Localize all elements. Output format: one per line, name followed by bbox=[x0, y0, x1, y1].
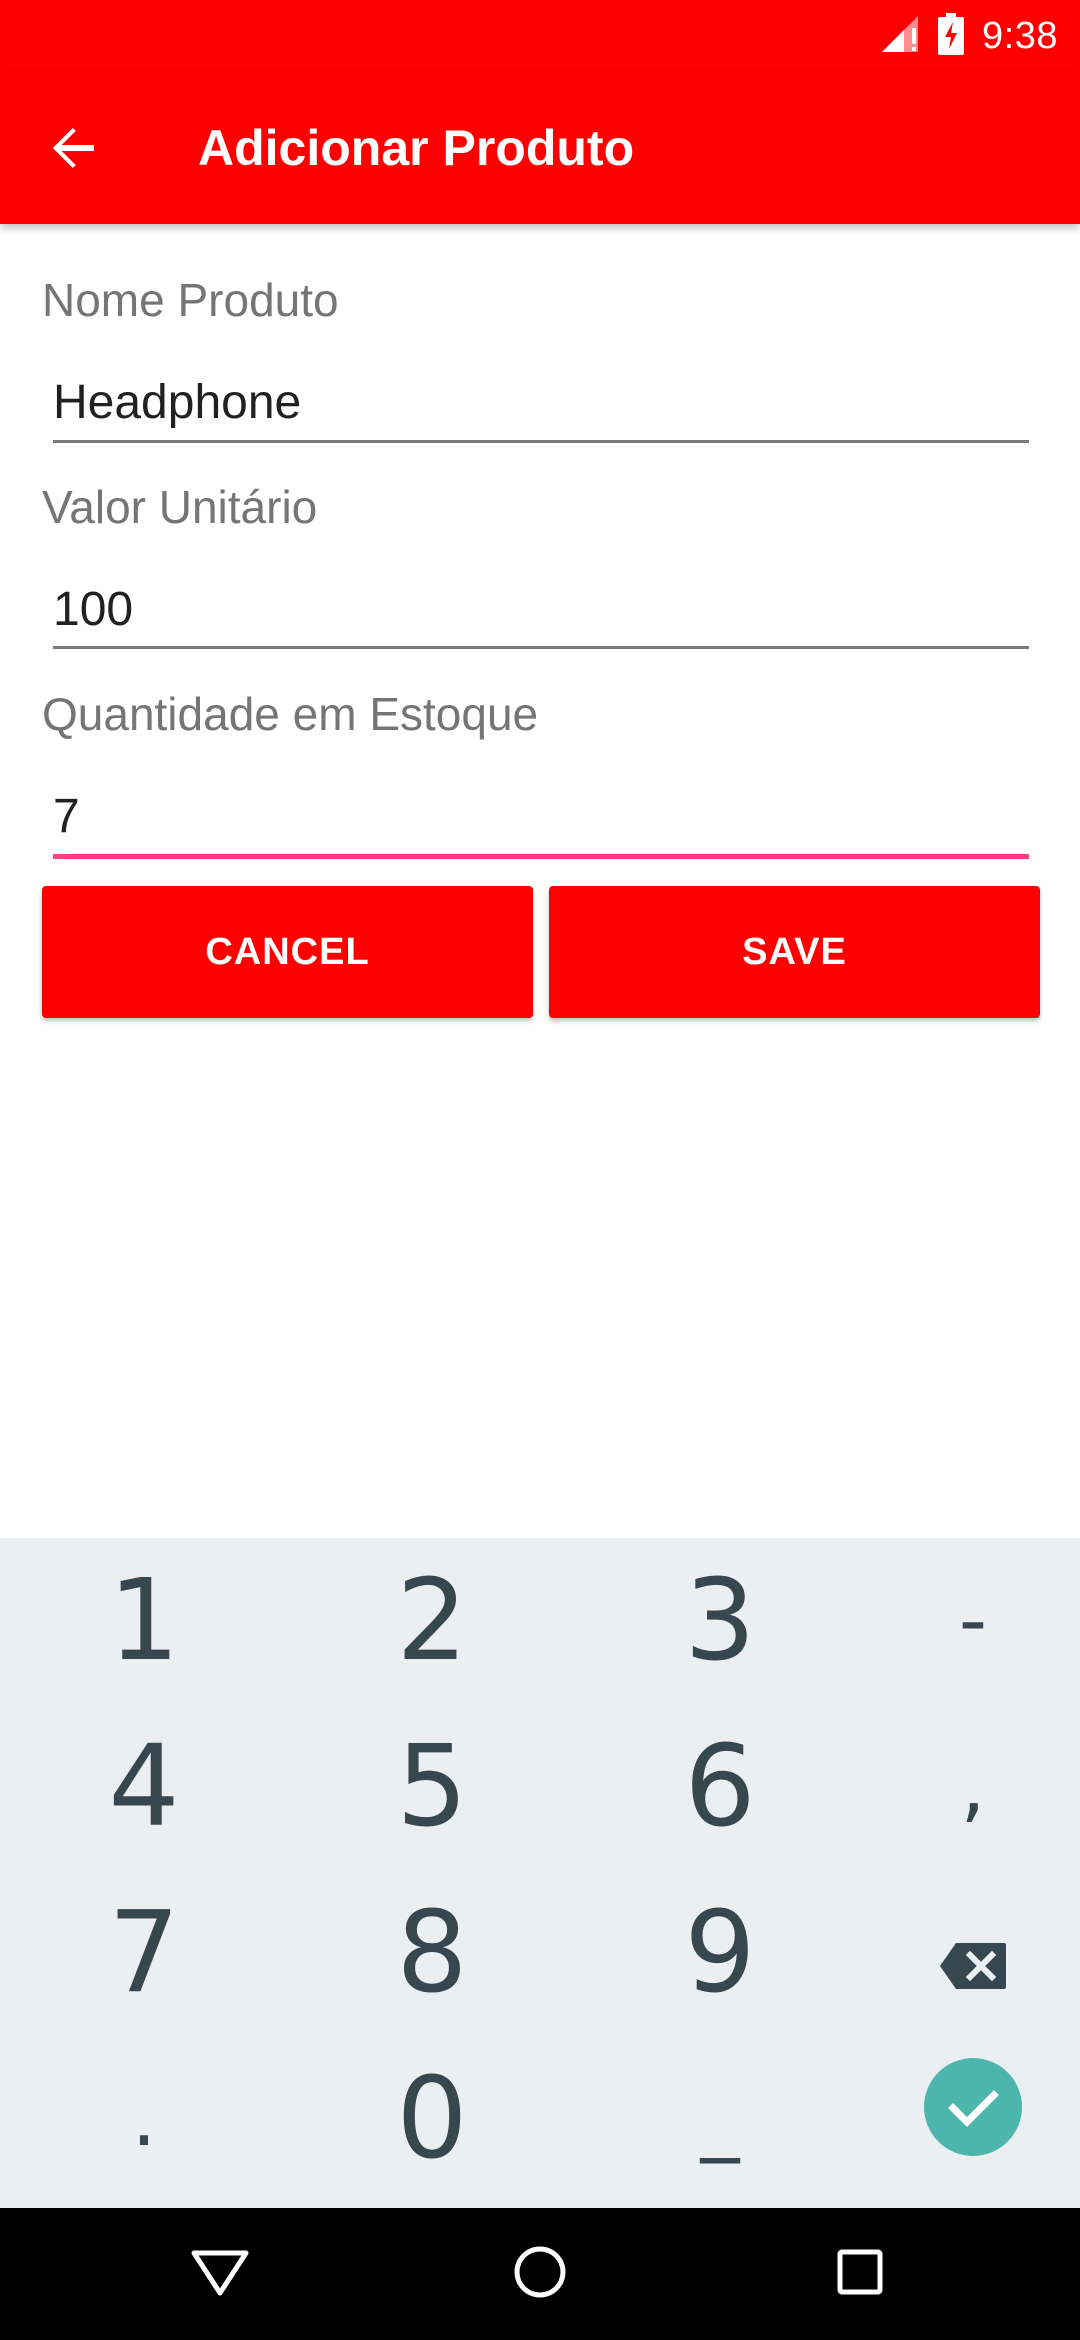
key-6[interactable]: 6 bbox=[585, 1704, 855, 1870]
numeric-keyboard: 1 2 3 - 4 5 6 , 7 8 9 . 0 _ bbox=[0, 1538, 1080, 2208]
backspace-key[interactable] bbox=[838, 1870, 1080, 2036]
key-0[interactable]: 0 bbox=[297, 2036, 567, 2202]
status-bar: 9:38 bbox=[0, 0, 1080, 72]
product-name-input[interactable] bbox=[53, 362, 1029, 442]
save-button[interactable]: SAVE bbox=[549, 886, 1040, 1018]
back-button[interactable] bbox=[36, 112, 112, 188]
stock-quantity-underline bbox=[53, 854, 1029, 859]
key-9[interactable]: 9 bbox=[585, 1870, 855, 2036]
system-nav-bar bbox=[0, 2208, 1080, 2340]
home-circle-icon bbox=[512, 2244, 568, 2305]
key-7[interactable]: 7 bbox=[9, 1870, 279, 2036]
product-name-underline bbox=[53, 440, 1029, 443]
unit-price-label: Valor Unitário bbox=[42, 481, 318, 533]
cancel-button[interactable]: CANCEL bbox=[42, 886, 533, 1018]
stock-quantity-input[interactable] bbox=[53, 776, 1029, 856]
backspace-icon bbox=[938, 1888, 1008, 2018]
stock-quantity-label: Quantidade em Estoque bbox=[42, 688, 539, 740]
product-name-label: Nome Produto bbox=[42, 274, 339, 326]
status-time: 9:38 bbox=[982, 14, 1058, 57]
key-comma[interactable]: , bbox=[838, 1704, 1080, 1870]
checkmark-icon bbox=[923, 2054, 1023, 2184]
nav-recents-button[interactable] bbox=[822, 2236, 898, 2312]
key-5[interactable]: 5 bbox=[297, 1704, 567, 1870]
recents-square-icon bbox=[835, 2247, 885, 2302]
nav-home-button[interactable] bbox=[502, 2236, 578, 2312]
back-triangle-icon bbox=[190, 2247, 250, 2302]
key-8[interactable]: 8 bbox=[297, 1870, 567, 2036]
battery-charging-icon bbox=[938, 12, 965, 60]
arrow-back-icon bbox=[50, 124, 98, 177]
page-title: Adicionar Produto bbox=[198, 120, 635, 176]
key-period[interactable]: . bbox=[9, 2036, 279, 2202]
status-icons: 9:38 bbox=[880, 0, 1058, 72]
key-2[interactable]: 2 bbox=[297, 1538, 567, 1704]
key-4[interactable]: 4 bbox=[9, 1704, 279, 1870]
key-underscore[interactable]: _ bbox=[585, 2036, 855, 2202]
key-3[interactable]: 3 bbox=[585, 1538, 855, 1704]
app-bar: Adicionar Produto bbox=[0, 72, 1080, 224]
done-key[interactable] bbox=[838, 2036, 1080, 2202]
key-minus[interactable]: - bbox=[838, 1538, 1080, 1704]
key-1[interactable]: 1 bbox=[9, 1538, 279, 1704]
unit-price-input[interactable] bbox=[53, 569, 1029, 649]
nav-back-button[interactable] bbox=[182, 2236, 258, 2312]
signal-icon bbox=[880, 14, 920, 59]
unit-price-underline bbox=[53, 646, 1029, 649]
